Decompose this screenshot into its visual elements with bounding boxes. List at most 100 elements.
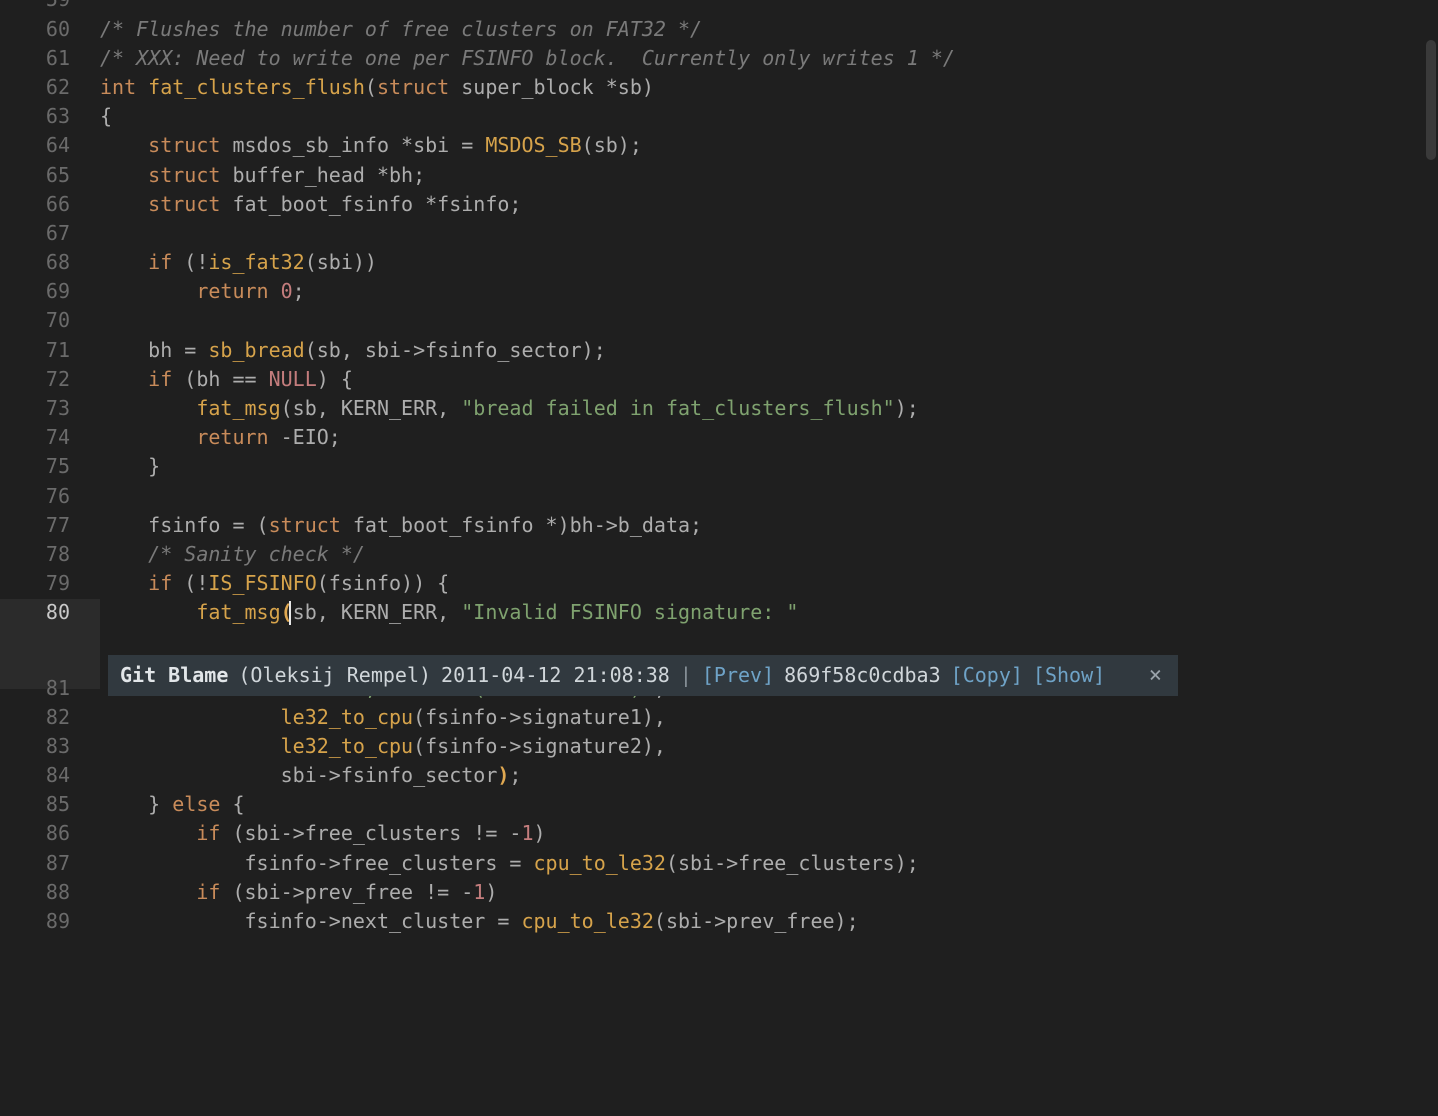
code-line[interactable]: 74 return -EIO; [0, 423, 1438, 452]
code-text: ) { [317, 367, 353, 391]
code-line[interactable]: 70 [0, 306, 1438, 335]
code-text: super_block *sb) [449, 75, 654, 99]
code-line[interactable]: 77 fsinfo = (struct fat_boot_fsinfo *)bh… [0, 511, 1438, 540]
function-call: fat_msg [196, 600, 280, 624]
code-line[interactable]: 87 fsinfo->free_clusters = cpu_to_le32(s… [0, 849, 1438, 878]
code-text: fsinfo->free_clusters = [245, 851, 534, 875]
code-line[interactable]: 61/* XXX: Need to write one per FSINFO b… [0, 44, 1438, 73]
code-line[interactable]: 68 if (!is_fat32(sbi)) [0, 248, 1438, 277]
function-call: fat_msg [196, 396, 280, 420]
line-number: 86 [0, 819, 100, 848]
line-number: 85 [0, 790, 100, 819]
code-line[interactable]: 85 } else { [0, 790, 1438, 819]
function-call: IS_FSINFO [208, 571, 316, 595]
code-line[interactable]: 59 [0, 0, 1438, 15]
code-text: fsinfo->next_cluster = [245, 909, 522, 933]
code-line[interactable]: 66 struct fat_boot_fsinfo *fsinfo; [0, 190, 1438, 219]
line-number: 63 [0, 102, 100, 131]
line-number: 70 [0, 306, 100, 335]
git-blame-popup: Git Blame (Oleksij Rempel) 2011-04-12 21… [108, 655, 1178, 696]
function-call: is_fat32 [208, 250, 304, 274]
line-number: 77 [0, 511, 100, 540]
code-text: ); [895, 396, 919, 420]
line-number: 69 [0, 277, 100, 306]
function-call: le32_to_cpu [281, 734, 413, 758]
text-cursor [289, 601, 291, 625]
function-call: le32_to_cpu [281, 705, 413, 729]
code-line[interactable]: 86 if (sbi->free_clusters != -1) [0, 819, 1438, 848]
code-line[interactable]: 69 return 0; [0, 277, 1438, 306]
code-text: ; [509, 763, 521, 787]
code-text: fsinfo = ( [148, 513, 268, 537]
close-icon[interactable]: × [1145, 661, 1166, 690]
code-line[interactable]: 71 bh = sb_bread(sb, sbi->fsinfo_sector)… [0, 336, 1438, 365]
string-literal: "bread failed in fat_clusters_flush" [461, 396, 894, 420]
number-literal: 0 [281, 279, 293, 303]
code-line[interactable]: 64 struct msdos_sb_info *sbi = MSDOS_SB(… [0, 131, 1438, 160]
line-number: 83 [0, 732, 100, 761]
comment: /* Sanity check */ [148, 542, 365, 566]
code-line[interactable]: 84 sbi->fsinfo_sector); [0, 761, 1438, 790]
keyword: struct [148, 163, 220, 187]
line-number: 88 [0, 878, 100, 907]
line-number: 87 [0, 849, 100, 878]
blame-author: (Oleksij Rempel) [238, 661, 431, 690]
line-number: 72 [0, 365, 100, 394]
code-text: (sbi->prev_free != - [220, 880, 473, 904]
blame-title: Git Blame [120, 661, 228, 690]
code-text: ) [534, 821, 546, 845]
keyword: if [148, 367, 172, 391]
code-line[interactable]: 78 /* Sanity check */ [0, 540, 1438, 569]
keyword: if [148, 571, 172, 595]
code-line[interactable]: 83 le32_to_cpu(fsinfo->signature2), [0, 732, 1438, 761]
code-line-current[interactable]: 80 fat_msg(sb, KERN_ERR, "Invalid FSINFO… [0, 598, 1438, 627]
code-text: fat_boot_fsinfo *)bh->b_data; [341, 513, 702, 537]
code-text: (sb, KERN_ERR, [281, 396, 462, 420]
code-line[interactable]: 62int fat_clusters_flush(struct super_bl… [0, 73, 1438, 102]
blame-copy-link[interactable]: [Copy] [951, 661, 1023, 690]
code-text: (fsinfo->signature1), [413, 705, 666, 729]
line-number: 67 [0, 219, 100, 248]
comment: /* Flushes the number of free clusters o… [100, 17, 702, 41]
line-number: 64 [0, 131, 100, 160]
code-line[interactable]: 65 struct buffer_head *bh; [0, 161, 1438, 190]
code-line[interactable]: 67 [0, 219, 1438, 248]
line-number: 76 [0, 482, 100, 511]
line-number: 81 [0, 674, 100, 703]
vertical-scrollbar[interactable] [1424, 0, 1438, 1116]
line-number: 65 [0, 161, 100, 190]
keyword: struct [148, 192, 220, 216]
blame-show-link[interactable]: [Show] [1033, 661, 1105, 690]
code-line[interactable]: 75 } [0, 452, 1438, 481]
number-literal: 1 [473, 880, 485, 904]
code-line[interactable]: 76 [0, 482, 1438, 511]
code-text [269, 279, 281, 303]
code-line[interactable]: 60/* Flushes the number of free clusters… [0, 15, 1438, 44]
line-number: 89 [0, 907, 100, 936]
blame-separator: | [680, 661, 692, 690]
code-line[interactable]: 63{ [0, 102, 1438, 131]
code-text: ) [485, 880, 497, 904]
code-line[interactable]: 89 fsinfo->next_cluster = cpu_to_le32(sb… [0, 907, 1438, 936]
keyword: return [196, 279, 268, 303]
code-editor[interactable]: 59 60/* Flushes the number of free clust… [0, 0, 1438, 1116]
code-line[interactable]: 72 if (bh == NULL) { [0, 365, 1438, 394]
code-text: { [100, 104, 112, 128]
code-text: } [148, 454, 160, 478]
keyword: int [100, 75, 136, 99]
code-line[interactable]: 82 le32_to_cpu(fsinfo->signature1), [0, 703, 1438, 732]
code-line[interactable]: 79 if (!IS_FSINFO(fsinfo)) { [0, 569, 1438, 598]
blame-prev-link[interactable]: [Prev] [702, 661, 774, 690]
function-call: cpu_to_le32 [533, 851, 665, 875]
matched-paren: ) [497, 763, 509, 787]
code-text: } [148, 792, 172, 816]
code-text: (sbi->free_clusters != - [220, 821, 521, 845]
code-line[interactable]: 73 fat_msg(sb, KERN_ERR, "bread failed i… [0, 394, 1438, 423]
scrollbar-thumb[interactable] [1426, 40, 1436, 160]
keyword: if [196, 821, 220, 845]
keyword: return [196, 425, 268, 449]
line-number: 68 [0, 248, 100, 277]
line-number: 61 [0, 44, 100, 73]
code-text: buffer_head *bh; [220, 163, 425, 187]
code-line[interactable]: 88 if (sbi->prev_free != -1) [0, 878, 1438, 907]
